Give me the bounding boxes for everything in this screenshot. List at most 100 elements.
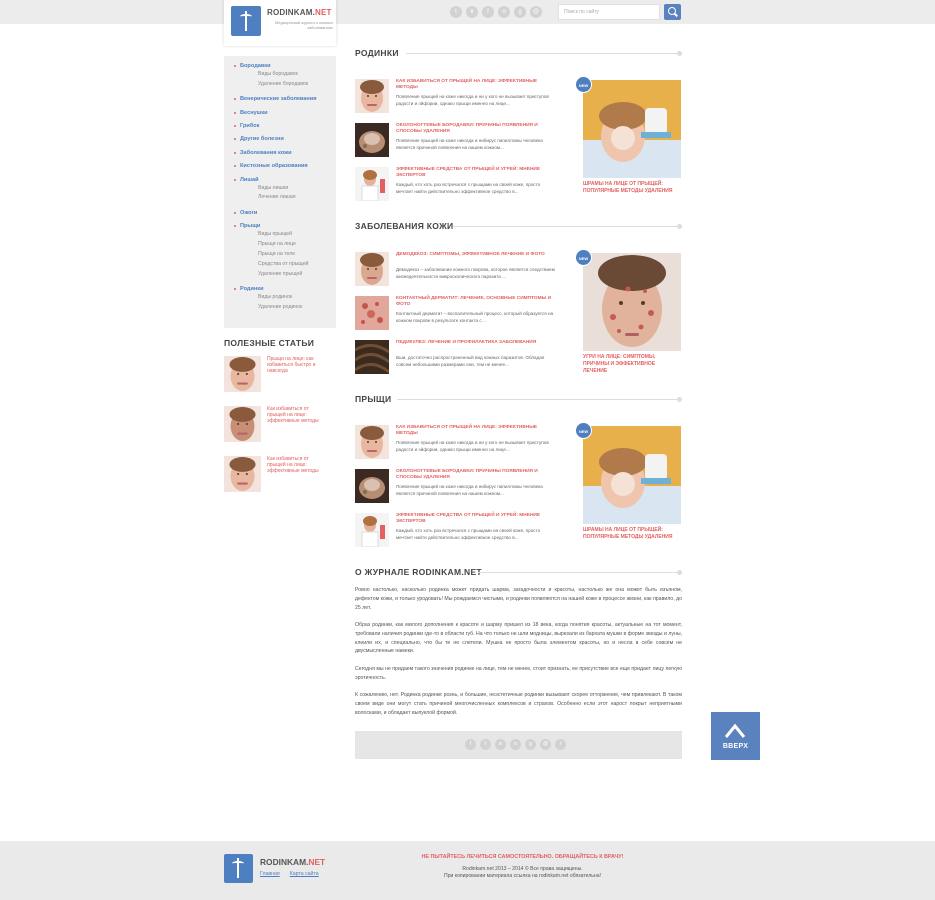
sidebar-subcategory[interactable]: Лечение лишая	[232, 193, 328, 203]
useful-articles-title: ПОЛЕЗНЫЕ СТАТЬИ	[224, 338, 315, 348]
featured-article[interactable]: NEW Шрамы на лице от прыщей: популярные м…	[575, 76, 683, 211]
useful-article-link[interactable]: Как избавиться от прыщей на лице: эффект…	[267, 456, 327, 475]
useful-article-item[interactable]: Как избавиться от прыщей на лице: эффект…	[224, 456, 336, 492]
article-excerpt: Появление прыщей на коже никогда и ни у …	[396, 94, 549, 106]
article-thumbnail[interactable]	[355, 469, 389, 503]
useful-article-thumbnail[interactable]	[224, 456, 261, 492]
useful-article-link[interactable]: Как избавиться от прыщей на лице: эффект…	[267, 406, 327, 425]
article-thumbnail[interactable]	[355, 513, 389, 548]
featured-article[interactable]: NEW Угри на лице: симптомы, причины и эфф…	[575, 249, 683, 384]
sidebar-subcategory[interactable]: Удаление родинок	[232, 303, 328, 313]
article-thumbnail[interactable]	[355, 123, 389, 157]
sidebar-category[interactable]: Венерические заболевания	[232, 95, 328, 103]
featured-image[interactable]	[583, 253, 681, 351]
about-paragraph: К сожалению, нет. Родинка родинке рознь,…	[355, 692, 682, 716]
sidebar-category[interactable]: Веснушки	[232, 109, 328, 117]
footer-logo-icon[interactable]	[224, 854, 253, 883]
google-plus-icon[interactable]: g	[525, 739, 536, 750]
sidebar-subcategory[interactable]: Прыщи на теле	[232, 250, 328, 260]
useful-article-item[interactable]: Как избавиться от прыщей на лице: эффект…	[224, 406, 336, 442]
sidebar-category[interactable]: Бородавки	[232, 62, 328, 70]
article-item[interactable]: Околоногтевые бородавки: причины появлен…	[355, 469, 560, 505]
facebook-icon[interactable]: f	[482, 6, 494, 18]
twitter-icon[interactable]: t	[480, 739, 491, 750]
logo-name: RODINKAM.NET	[267, 8, 332, 17]
article-item[interactable]: Педикулез: лечение и профилактика заболе…	[354, 340, 560, 376]
footer-link-sitemap[interactable]: Карта сайта	[290, 871, 319, 877]
new-badge: NEW	[575, 76, 592, 93]
sidebar-category[interactable]: Ожоги	[232, 209, 328, 217]
sidebar-subcategory[interactable]: Средства от прыщей	[232, 260, 328, 270]
article-title-link[interactable]: Эффективные средства от прыщей и угрей: …	[396, 167, 556, 179]
article-item[interactable]: Эффективные средства от прыщей и угрей: …	[355, 513, 560, 549]
article-item[interactable]: Околоногтевые бородавки: причины появлен…	[355, 123, 560, 159]
featured-image[interactable]	[583, 80, 681, 178]
facebook-icon[interactable]: f	[465, 739, 476, 750]
article-item[interactable]: Как избавиться от прыщей на лице: эффект…	[355, 79, 560, 115]
article-title-link[interactable]: Демодекоз: симптомы, эффективное лечение…	[396, 252, 556, 258]
livejournal-icon[interactable]: l	[555, 739, 566, 750]
section-title: ПРЫЩИ	[355, 394, 392, 404]
article-thumbnail[interactable]	[355, 425, 389, 459]
sidebar-category[interactable]: Прыщи	[232, 222, 328, 230]
vk-icon[interactable]: в	[495, 739, 506, 750]
sidebar-subcategory[interactable]: Виды бородавок	[232, 70, 328, 80]
search-button[interactable]	[664, 4, 681, 20]
sidebar-subcategory[interactable]: Виды прыщей	[232, 230, 328, 240]
article-item[interactable]: Как избавиться от прыщей на лице: эффект…	[355, 425, 560, 461]
footer-links: Главная Карта сайта	[260, 871, 319, 877]
featured-article[interactable]: NEW Шрамы на лице от прыщей: популярные м…	[575, 422, 683, 557]
article-item[interactable]: Демодекоз: симптомы, эффективное лечение…	[355, 252, 560, 288]
article-thumbnail[interactable]	[355, 296, 389, 330]
article-thumbnail[interactable]	[355, 167, 389, 202]
useful-article-thumbnail[interactable]	[224, 406, 261, 442]
twitter-icon[interactable]: t	[450, 6, 462, 18]
article-title-link[interactable]: Околоногтевые бородавки: причины появлен…	[396, 469, 556, 481]
featured-title-link[interactable]: Угри на лице: симптомы, причины и эффект…	[583, 354, 678, 376]
google-plus-icon[interactable]: g	[514, 6, 526, 18]
article-title-link[interactable]: Контактный дерматит: лечение, основные с…	[396, 296, 556, 308]
featured-title-link[interactable]: Шрамы на лице от прыщей: популярные мето…	[583, 527, 678, 541]
sidebar-subcategory[interactable]: Виды родинок	[232, 293, 328, 303]
sidebar-category[interactable]: Родинки	[232, 285, 328, 293]
sidebar-subcategory[interactable]: Удаление прыщей	[232, 270, 328, 280]
sidebar-subcategory[interactable]: Виды лишая	[232, 184, 328, 194]
search-input[interactable]: Поиск по сайту	[558, 4, 660, 20]
article-title-link[interactable]: Эффективные средства от прыщей и угрей: …	[396, 513, 556, 525]
sidebar-category[interactable]: Заболевания кожи	[232, 149, 328, 157]
article-item[interactable]: Контактный дерматит: лечение, основные с…	[355, 296, 560, 332]
article-excerpt: Контактный дерматит – воспалительный про…	[396, 311, 554, 323]
top-bar: t в f о g @ Поиск по сайту	[0, 0, 935, 24]
article-title-link[interactable]: Как избавиться от прыщей на лице: эффект…	[396, 425, 556, 437]
footer: RODINKAM.NET Главная Карта сайта НЕ ПЫТА…	[0, 841, 935, 900]
header-social-icons: t в f о g @	[450, 6, 542, 18]
sidebar-category[interactable]: Грибок	[232, 122, 328, 130]
mailru-icon[interactable]: @	[530, 6, 542, 18]
article-item[interactable]: Эффективные средства от прыщей и угрей: …	[355, 167, 560, 203]
vk-icon[interactable]: в	[466, 6, 478, 18]
sidebar-subcategory[interactable]: Прыщи на лице	[232, 240, 328, 250]
article-title-link[interactable]: Педикулез: лечение и профилактика заболе…	[396, 340, 556, 346]
about-paragraph: Образ родинки, как милого дополнения к к…	[355, 622, 682, 655]
article-thumbnail[interactable]	[354, 340, 390, 374]
sidebar-subcategory[interactable]: Удаление бородавок	[232, 80, 328, 90]
mailru-icon[interactable]: @	[540, 739, 551, 750]
article-thumbnail[interactable]	[355, 79, 389, 113]
section-title: ЗАБОЛЕВАНИЯ КОЖИ	[355, 221, 454, 231]
useful-article-item[interactable]: Прыщи на лице: как избавиться быстро и н…	[224, 356, 336, 392]
odnoklassniki-icon[interactable]: о	[498, 6, 510, 18]
site-logo[interactable]: RODINKAM.NET Медицинский журнал о кожных…	[224, 0, 336, 46]
article-title-link[interactable]: Как избавиться от прыщей на лице: эффект…	[396, 79, 556, 91]
scroll-up-button[interactable]: ВВЕРХ	[711, 712, 760, 760]
useful-article-link[interactable]: Прыщи на лице: как избавиться быстро и н…	[267, 356, 327, 375]
sidebar-category[interactable]: Кистозные образования	[232, 162, 328, 170]
sidebar-category[interactable]: Другие болезни	[232, 135, 328, 143]
article-title-link[interactable]: Околоногтевые бородавки: причины появлен…	[396, 123, 556, 135]
useful-article-thumbnail[interactable]	[224, 356, 261, 392]
article-thumbnail[interactable]	[355, 252, 389, 286]
odnoklassniki-icon[interactable]: о	[510, 739, 521, 750]
featured-image[interactable]	[583, 426, 681, 524]
featured-title-link[interactable]: Шрамы на лице от прыщей: популярные мето…	[583, 181, 678, 195]
sidebar-category[interactable]: Лишай	[232, 176, 328, 184]
footer-link-home[interactable]: Главная	[260, 871, 280, 877]
